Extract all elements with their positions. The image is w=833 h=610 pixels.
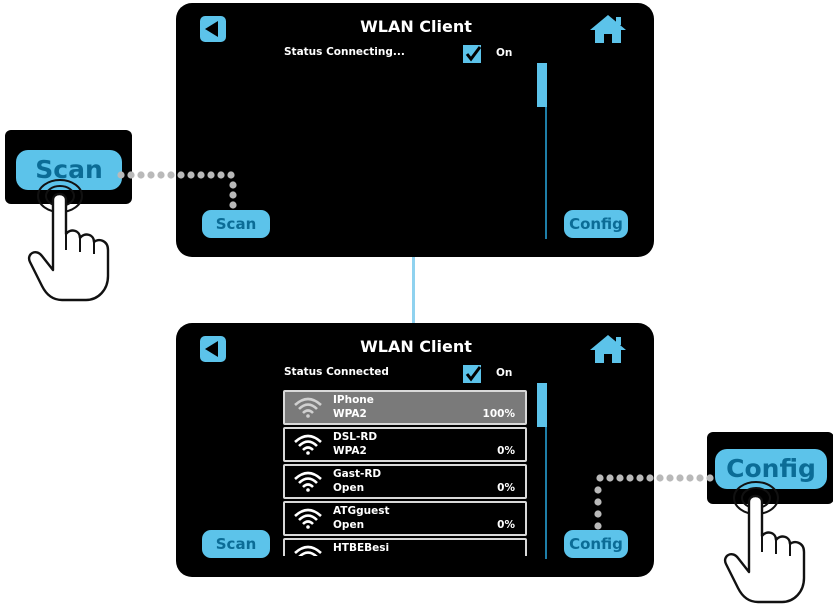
tapping-hand-icon bbox=[723, 481, 806, 604]
dotted-guide-lines bbox=[117, 171, 714, 530]
tapping-hand-icon bbox=[27, 179, 110, 302]
